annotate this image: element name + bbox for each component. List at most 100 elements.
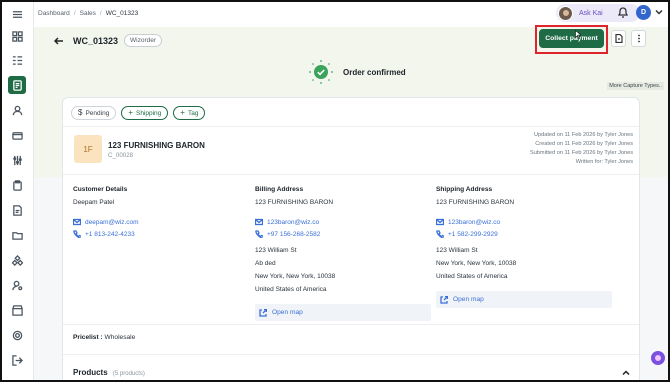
billing-address-section: Billing Address 123 FURNISHING BARON 123… (255, 186, 431, 321)
channel-badge: Wizorder (124, 34, 163, 47)
dollar-icon: $ (78, 108, 83, 117)
shipping-email-link[interactable]: 123baron@wiz.co (436, 216, 612, 228)
customer-logo: 1F (74, 135, 102, 163)
shipping-label: Shipping (135, 109, 162, 117)
payments-icon[interactable] (9, 127, 25, 143)
customers-icon[interactable] (9, 102, 25, 118)
chevron-up-icon[interactable] (622, 369, 630, 377)
customer-email-link[interactable]: deepam@wiz.com (73, 216, 139, 228)
gear-icon[interactable] (9, 327, 25, 343)
breadcrumb-sales[interactable]: Sales (80, 10, 96, 17)
shipping-phone-link[interactable]: +1 582-299-2929 (436, 228, 612, 240)
back-arrow-icon[interactable] (53, 36, 64, 46)
divider (63, 354, 639, 355)
billing-phone-link[interactable]: +97 156-268-2582 (255, 228, 431, 240)
breadcrumb-separator: / (99, 10, 102, 17)
pending-label: Pending (85, 109, 110, 117)
mail-icon (436, 218, 444, 226)
folder-icon[interactable] (9, 227, 25, 243)
shipping-city: New York, New York, 10038 (436, 260, 517, 267)
tag-label: Tag (187, 109, 199, 117)
audit-submitted: Submitted on 11 Feb 2026 by Tyler Jones (529, 149, 633, 156)
billing-open-map-label: Open map (272, 309, 303, 316)
audit-trail: Updated on 11 Feb 2026 by Tyler Jones Cr… (530, 131, 633, 167)
order-details-card: $ Pending + Shipping + Tag 1F 123 FURNIS… (62, 97, 640, 382)
confirmed-check-icon (308, 59, 334, 85)
breadcrumb-dashboard[interactable]: Dashboard (38, 10, 70, 17)
customer-phone-link[interactable]: +1 813-242-4233 (73, 228, 139, 240)
pricelist-value: Wholesale (104, 334, 136, 341)
customer-name[interactable]: 123 FURNISHING BARON (108, 141, 205, 150)
ask-kai-label: Ask Kai (579, 9, 603, 17)
more-capture-types-link[interactable]: More Capture Types.. (607, 82, 664, 90)
customer-phone: +1 813-242-4233 (85, 230, 135, 238)
dashboard-icon[interactable] (9, 28, 25, 44)
billing-country: United States of America (255, 286, 327, 293)
shipping-open-map-label: Open map (453, 296, 484, 303)
user-settings-icon[interactable] (9, 277, 25, 293)
mail-icon (255, 218, 263, 226)
shipping-open-map-button[interactable]: Open map (436, 291, 612, 308)
more-options-button[interactable] (631, 30, 646, 47)
phone-icon (255, 230, 263, 238)
billing-email: 123baron@wiz.co (267, 218, 320, 226)
ai-assistant-fab[interactable] (651, 351, 665, 365)
logout-icon[interactable] (9, 352, 25, 368)
sidebar (0, 0, 34, 382)
breadcrumb: Dashboard / Sales / WC_01323 (38, 10, 138, 17)
breadcrumb-separator: / (73, 10, 76, 17)
audit-created: Created on 11 Feb 2026 by Tyler Jones (535, 140, 633, 147)
order-confirmed-banner: Order confirmed (308, 59, 406, 85)
shipping-address-section: Shipping Address 123 FURNISHING BARON 12… (436, 186, 612, 308)
plus-icon: + (180, 108, 185, 117)
top-bar: Dashboard / Sales / WC_01323 Ask Kai D (34, 0, 670, 27)
phone-icon (436, 230, 444, 238)
document-button[interactable] (611, 30, 626, 47)
invoice-icon[interactable] (9, 202, 25, 218)
order-id: WC_01323 (73, 35, 119, 46)
settings-sliders-icon[interactable] (9, 152, 25, 168)
billing-line2: Ab ded (255, 260, 276, 267)
mail-icon (73, 218, 81, 226)
main-content: WC_01323 Wizorder Collect payment Order … (34, 25, 670, 382)
add-tag-chip[interactable]: + Tag (173, 106, 206, 120)
catalog-icon[interactable] (9, 52, 25, 68)
divider (63, 174, 639, 175)
pending-status-chip[interactable]: $ Pending (71, 106, 117, 120)
notification-bell-icon[interactable] (617, 6, 629, 20)
pricelist-row: Pricelist : Wholesale (73, 334, 135, 341)
billing-address-title: Billing Address (255, 186, 304, 193)
breadcrumb-current: WC_01323 (105, 10, 139, 17)
billing-email-link[interactable]: 123baron@wiz.co (255, 216, 431, 228)
billing-city: New York, New York, 10038 (255, 273, 336, 280)
order-header: WC_01323 Wizorder (53, 34, 163, 47)
add-shipping-chip[interactable]: + Shipping (121, 106, 169, 120)
shipping-country: United States of America (436, 273, 508, 280)
chevron-down-icon[interactable] (655, 8, 663, 16)
sales-icon[interactable] (8, 76, 26, 94)
user-avatar[interactable]: D (636, 5, 651, 20)
customer-email: deepam@wiz.com (85, 218, 139, 226)
order-chips: $ Pending + Shipping + Tag (71, 106, 206, 120)
kai-avatar (558, 5, 573, 21)
shipping-email: 123baron@wiz.co (448, 218, 501, 226)
divider (63, 324, 639, 325)
order-confirmed-text: Order confirmed (343, 67, 406, 77)
store-icon[interactable] (9, 302, 25, 318)
collect-payment-button[interactable]: Collect payment (539, 29, 604, 48)
shipping-line1: 123 William St (436, 247, 478, 254)
customer-contact-name: Deepam Patel (73, 199, 115, 206)
customer-code: C_00028 (108, 152, 134, 159)
shipping-name: 123 FURNISHING BARON (436, 199, 515, 206)
menu-icon[interactable] (9, 6, 25, 22)
products-title: Products (73, 368, 108, 377)
billing-open-map-button[interactable]: Open map (255, 304, 431, 321)
external-link-icon (440, 295, 448, 304)
phone-icon (73, 230, 81, 238)
inventory-icon[interactable] (9, 252, 25, 268)
products-section-header[interactable]: Products (5 products) (73, 368, 145, 377)
clipboard-icon[interactable] (9, 177, 25, 193)
customer-details-title: Customer Details (73, 186, 128, 193)
vertical-dots-icon (637, 34, 640, 43)
products-count: (5 products) (112, 371, 145, 377)
